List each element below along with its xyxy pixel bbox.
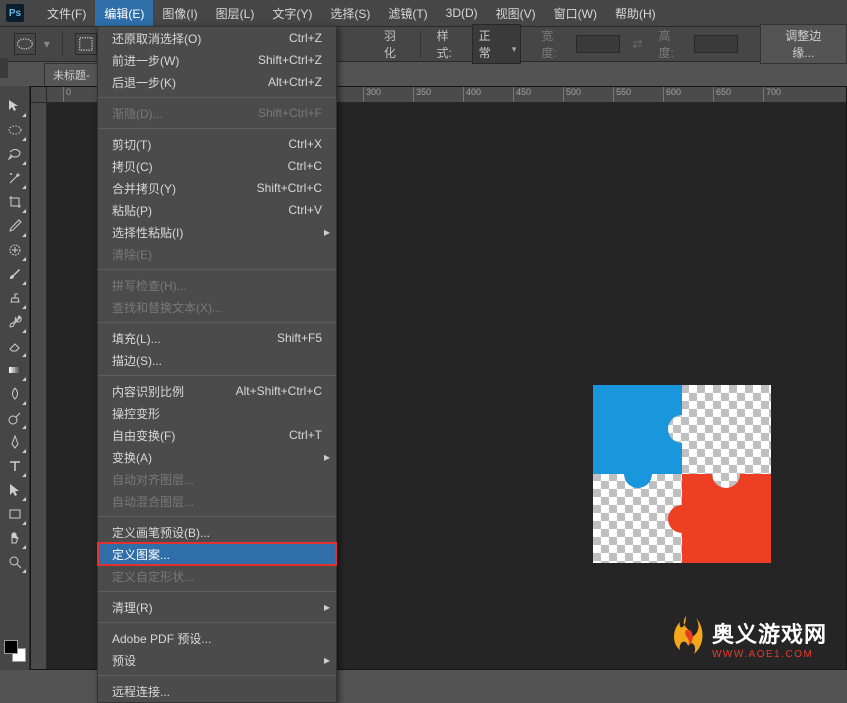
hand-tool[interactable] <box>3 526 27 550</box>
menu-item[interactable]: 定义画笔预设(B)... <box>98 521 336 543</box>
menu-item[interactable]: 粘贴(P)Ctrl+V <box>98 199 336 221</box>
menu-item: 拼写检查(H)... <box>98 274 336 296</box>
puzzle-artwork <box>593 385 771 563</box>
menu-item[interactable]: 描边(S)... <box>98 349 336 371</box>
crop-tool[interactable] <box>3 190 27 214</box>
lasso-tool[interactable] <box>3 142 27 166</box>
ruler-vertical[interactable] <box>31 103 47 669</box>
height-input <box>694 35 738 53</box>
menu-文件[interactable]: 文件(F) <box>38 0 95 26</box>
rectangle-tool[interactable] <box>3 502 27 526</box>
width-input <box>576 35 620 53</box>
gradient-tool[interactable] <box>3 358 27 382</box>
menu-文字[interactable]: 文字(Y) <box>263 0 321 26</box>
menu-item[interactable]: 前进一步(W)Shift+Ctrl+Z <box>98 49 336 71</box>
canvas[interactable] <box>593 385 771 563</box>
pen-tool[interactable] <box>3 430 27 454</box>
menu-图层[interactable]: 图层(L) <box>207 0 264 26</box>
watermark-url: WWW.AOE1.COM <box>712 649 827 660</box>
menu-item[interactable]: 变换(A)▸ <box>98 446 336 468</box>
watermark-title: 奥义游戏网 <box>712 617 827 649</box>
dodge-tool[interactable] <box>3 406 27 430</box>
menu-item[interactable]: 还原取消选择(O)Ctrl+Z <box>98 27 336 49</box>
menu-item[interactable]: 剪切(T)Ctrl+X <box>98 133 336 155</box>
menu-视图[interactable]: 视图(V) <box>487 0 545 26</box>
clone-stamp-tool[interactable] <box>3 286 27 310</box>
blur-tool[interactable] <box>3 382 27 406</box>
marquee-rect-tool[interactable] <box>3 118 27 142</box>
watermark: 奥义游戏网 WWW.AOE1.COM <box>666 614 827 662</box>
menu-item[interactable]: 拷贝(C)Ctrl+C <box>98 155 336 177</box>
menu-编辑[interactable]: 编辑(E) <box>95 0 153 26</box>
ps-logo: Ps <box>6 4 24 22</box>
menubar: Ps 文件(F)编辑(E)图像(I)图层(L)文字(Y)选择(S)滤镜(T)3D… <box>0 0 847 26</box>
menu-item[interactable]: 操控变形 <box>98 402 336 424</box>
menu-item[interactable]: 内容识别比例Alt+Shift+Ctrl+C <box>98 380 336 402</box>
menu-窗口[interactable]: 窗口(W) <box>545 0 606 26</box>
menu-图像[interactable]: 图像(I) <box>153 0 206 26</box>
spot-heal-tool[interactable] <box>3 238 27 262</box>
marquee-tool-icon[interactable] <box>14 33 36 55</box>
flame-icon <box>666 614 706 662</box>
style-select[interactable]: 正常 ▾ <box>472 24 522 64</box>
eyedropper-tool[interactable] <box>3 214 27 238</box>
toolbox <box>0 86 30 670</box>
zoom-tool[interactable] <box>3 550 27 574</box>
menu-item[interactable]: 后退一步(K)Alt+Ctrl+Z <box>98 71 336 93</box>
path-select-tool[interactable] <box>3 478 27 502</box>
refine-edge-button[interactable]: 调整边缘... <box>760 24 847 64</box>
menu-item[interactable]: 选择性粘贴(I)▸ <box>98 221 336 243</box>
brush-tool[interactable] <box>3 262 27 286</box>
menu-item[interactable]: 自由变换(F)Ctrl+T <box>98 424 336 446</box>
menu-item[interactable]: 填充(L)...Shift+F5 <box>98 327 336 349</box>
menu-item: 自动混合图层... <box>98 490 336 512</box>
menu-3D[interactable]: 3D(D) <box>437 0 487 26</box>
menu-item[interactable]: Adobe PDF 预设... <box>98 627 336 649</box>
history-brush-tool[interactable] <box>3 310 27 334</box>
menu-item: 定义自定形状... <box>98 565 336 587</box>
menu-item[interactable]: 远程连接... <box>98 680 336 702</box>
style-label: 样式: <box>437 27 464 61</box>
menu-item[interactable]: 清理(R)▸ <box>98 596 336 618</box>
edit-menu-dropdown: 还原取消选择(O)Ctrl+Z前进一步(W)Shift+Ctrl+Z后退一步(K… <box>97 26 337 703</box>
color-swatch[interactable] <box>4 640 26 662</box>
type-tool[interactable] <box>3 454 27 478</box>
ruler-corner <box>31 87 47 103</box>
menu-item: 查找和替换文本(X)... <box>98 296 336 318</box>
collapse-handle[interactable] <box>0 58 8 78</box>
feather-label: 羽化 <box>384 27 408 61</box>
menu-滤镜[interactable]: 滤镜(T) <box>379 0 436 26</box>
width-label: 宽度: <box>541 27 568 61</box>
menu-item[interactable]: 定义图案... <box>98 543 336 565</box>
magic-wand-tool[interactable] <box>3 166 27 190</box>
menu-帮助[interactable]: 帮助(H) <box>606 0 665 26</box>
menu-item[interactable]: 合并拷贝(Y)Shift+Ctrl+C <box>98 177 336 199</box>
menu-item[interactable]: 预设▸ <box>98 649 336 671</box>
height-label: 高度: <box>659 27 686 61</box>
new-selection-icon[interactable] <box>75 33 97 55</box>
move-tool[interactable] <box>3 94 27 118</box>
menu-选择[interactable]: 选择(S) <box>321 0 379 26</box>
menu-item: 清除(E) <box>98 243 336 265</box>
menu-item: 自动对齐图层... <box>98 468 336 490</box>
eraser-tool[interactable] <box>3 334 27 358</box>
menu-item: 渐隐(D)...Shift+Ctrl+F <box>98 102 336 124</box>
